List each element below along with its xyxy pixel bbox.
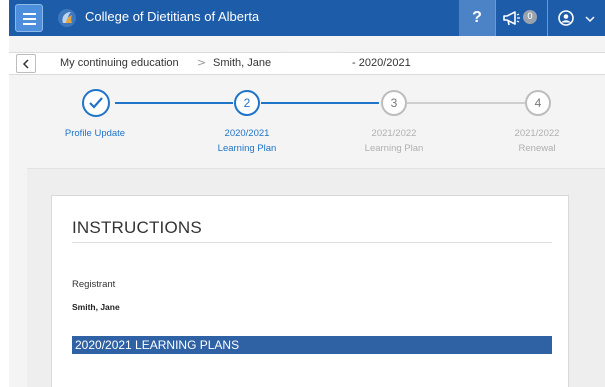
progress-stepper: 2 3 4 Profile Update 2020/2021 Learning …: [9, 80, 605, 160]
registrant-name: Smith, Jane: [72, 302, 120, 312]
section-heading: 2020/2021 LEARNING PLANS: [75, 338, 240, 352]
college-logo-icon: [58, 9, 76, 27]
menu-button[interactable]: [15, 4, 43, 32]
notification-count-badge: 0: [523, 10, 537, 24]
divider: [72, 242, 552, 243]
user-menu-button[interactable]: [548, 0, 605, 36]
breadcrumb-item-year: - 2020/2021: [352, 57, 411, 69]
step-2-label[interactable]: 2020/2021 Learning Plan: [187, 126, 307, 156]
step-connector: [407, 102, 525, 104]
step-3-label[interactable]: 2021/2022 Learning Plan: [334, 126, 454, 156]
redacted-area: [273, 56, 351, 70]
chevron-left-icon: [22, 59, 29, 69]
step-3-circle[interactable]: 3: [381, 90, 407, 116]
step-connector: [261, 102, 379, 104]
breadcrumb-link-continuing-education[interactable]: My continuing education: [60, 57, 179, 69]
user-circle-icon: [558, 10, 574, 26]
instructions-card: INSTRUCTIONS Registrant Smith, Jane 2020…: [51, 195, 569, 387]
top-navigation-bar: College of Dietitians of Alberta ? 0: [9, 0, 605, 36]
step-1-label[interactable]: Profile Update: [35, 126, 155, 141]
breadcrumb-separator: >: [197, 56, 207, 69]
registrant-label: Registrant: [72, 279, 116, 290]
step-1-circle[interactable]: [82, 89, 110, 117]
step-connector: [115, 102, 233, 104]
learning-plans-section-header: 2020/2021 LEARNING PLANS: [72, 336, 552, 354]
checkmark-icon: [89, 97, 103, 109]
breadcrumb-item-registrant: Smith, Jane: [213, 57, 272, 69]
back-button[interactable]: [16, 54, 36, 73]
megaphone-icon: [503, 11, 520, 26]
page-title: INSTRUCTIONS: [72, 218, 202, 237]
menu-icon: [23, 13, 36, 15]
step-4-circle[interactable]: 4: [525, 90, 551, 116]
step-4-label[interactable]: 2021/2022 Renewal: [477, 126, 597, 156]
help-button[interactable]: ?: [459, 0, 495, 36]
chevron-down-icon: [585, 16, 595, 23]
app-title: College of Dietitians of Alberta: [85, 9, 260, 24]
step-2-circle[interactable]: 2: [234, 90, 260, 116]
notifications-button[interactable]: 0: [496, 0, 546, 36]
